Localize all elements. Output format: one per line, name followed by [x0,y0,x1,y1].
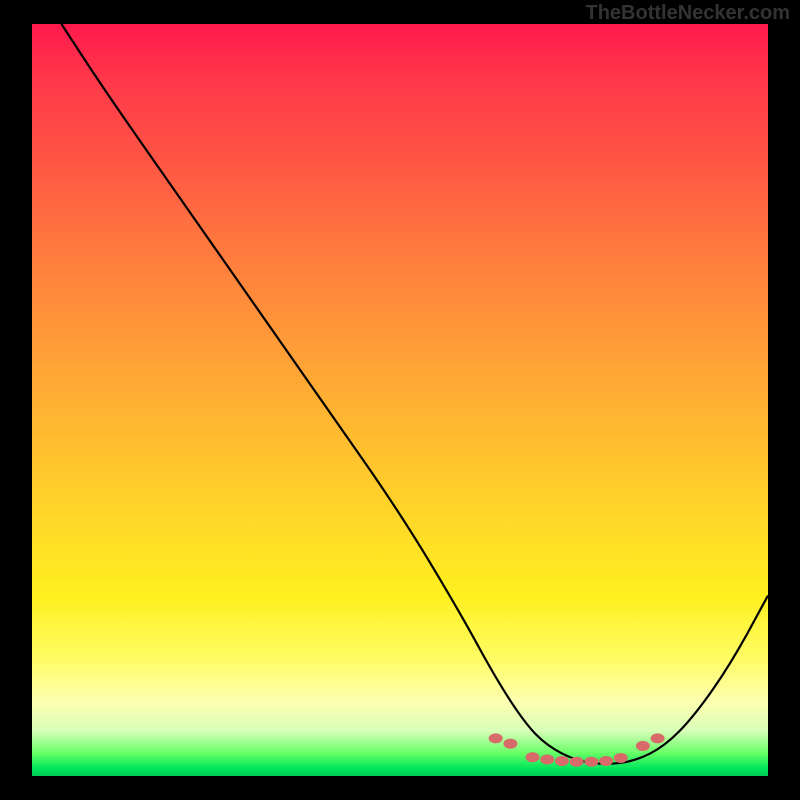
marker-dot [489,733,503,743]
bottleneck-curve-line [61,24,768,764]
marker-dot [503,739,517,749]
marker-dot [570,757,584,767]
marker-dot [525,752,539,762]
marker-dot [555,756,569,766]
optimal-range-markers [489,733,665,766]
chart-plot-area [32,24,768,776]
marker-dot [614,753,628,763]
marker-dot [651,733,665,743]
marker-dot [584,757,598,767]
marker-dot [540,754,554,764]
marker-dot [636,741,650,751]
chart-svg [32,24,768,776]
watermark-text: TheBottleNecker.com [585,2,790,25]
marker-dot [599,756,613,766]
